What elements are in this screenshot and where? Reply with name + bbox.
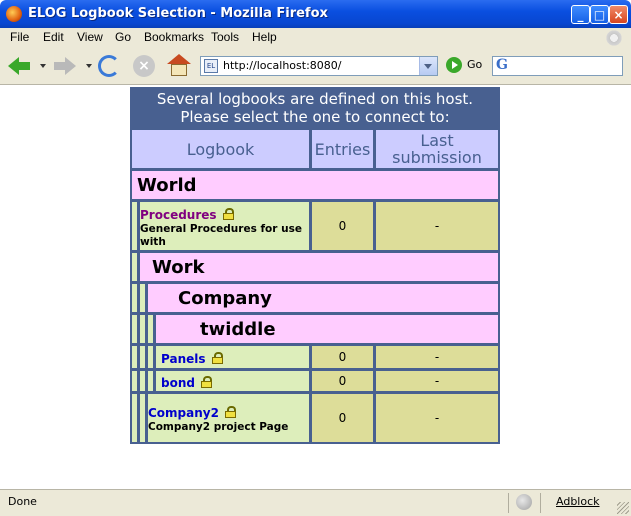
forward-history-dropdown-icon[interactable] [86,64,92,68]
indent-spacer [131,345,138,369]
indent-spacer [139,393,146,443]
indent-spacer [147,370,154,392]
logbook-row-bond: bond 0 - [131,370,499,392]
menu-bookmarks[interactable]: Bookmarks [144,30,204,44]
menu-edit[interactable]: Edit [43,30,64,44]
reload-icon[interactable] [98,55,120,77]
column-header-logbook: Logbook [131,129,310,169]
maximize-button[interactable]: □ [590,5,609,24]
logbook-row-procedures: Procedures General Procedures for use wi… [131,201,499,251]
indent-spacer [139,283,146,313]
indent-spacer [131,252,138,282]
go-button-label[interactable]: Go [467,58,482,71]
close-button[interactable]: × [609,5,628,24]
last-submission: - [375,370,499,392]
indent-spacer [131,314,138,344]
indent-spacer [147,345,154,369]
throbber-icon [605,29,623,47]
logbook-selection-table: Several logbooks are defined on this hos… [130,87,500,444]
logbook-description: Company2 project Page [148,421,289,433]
url-text[interactable]: http://localhost:8080/ [223,59,341,72]
menu-help[interactable]: Help [252,30,277,44]
resize-grip-icon[interactable] [617,502,629,514]
status-text: Done [8,495,37,508]
last-submission: - [375,201,499,251]
lock-icon [222,207,234,220]
logbook-link-bond[interactable]: bond [161,376,195,390]
lock-icon [200,375,212,388]
logbook-cell: Procedures General Procedures for use wi… [139,201,310,251]
navigation-toolbar: × EL http://localhost:8080/ Go G [0,48,631,85]
connection-status-icon [516,494,532,510]
entries-count: 0 [311,393,374,443]
logbook-cell: bond [155,370,310,392]
url-bar[interactable]: EL http://localhost:8080/ [200,56,438,76]
menu-go[interactable]: Go [115,30,131,44]
group-twiddle: twiddle [155,314,499,344]
back-history-dropdown-icon[interactable] [40,64,46,68]
indent-spacer [139,345,146,369]
go-arrow-icon[interactable] [446,57,462,73]
indent-spacer [131,393,138,443]
status-separator [540,493,541,513]
logbook-link-procedures[interactable]: Procedures [140,208,217,222]
forward-arrow-icon[interactable] [52,53,78,79]
selection-header: Several logbooks are defined on this hos… [131,88,499,128]
status-separator [508,493,509,513]
back-arrow-icon[interactable] [6,53,32,79]
menu-tools[interactable]: Tools [211,30,239,44]
window-title-bar: ELOG Logbook Selection - Mozilla Firefox… [0,0,631,28]
url-history-dropdown-icon[interactable] [419,57,437,75]
entries-count: 0 [311,345,374,369]
adblock-button[interactable]: Adblock [556,495,600,508]
column-header-entries: Entries [311,129,374,169]
indent-spacer [131,370,138,392]
logbook-row-panels: Panels 0 - [131,345,499,369]
indent-spacer [147,314,154,344]
menu-bar: File Edit View Go Bookmarks Tools Help [0,28,631,49]
indent-spacer [131,283,138,313]
column-header-last-submission: Last submission [375,129,499,169]
menu-view[interactable]: View [77,30,103,44]
site-favicon-icon: EL [204,59,218,73]
logbook-link-panels[interactable]: Panels [161,352,206,366]
minimize-button[interactable]: _ [571,5,590,24]
entries-count: 0 [311,201,374,251]
indent-spacer [139,370,146,392]
menu-file[interactable]: File [10,30,29,44]
last-submission: - [375,393,499,443]
group-world: World [131,170,499,200]
last-submission: - [375,345,499,369]
logbook-cell: Panels [155,345,310,369]
logbook-cell: Company2 Company2 project Page [147,393,310,443]
search-box[interactable]: G [492,56,623,76]
logbook-row-company2: Company2 Company2 project Page 0 - [131,393,499,443]
group-work: Work [139,252,499,282]
page-content: Several logbooks are defined on this hos… [0,85,631,489]
status-bar: Done Adblock [0,489,631,516]
indent-spacer [131,201,138,251]
logbook-link-company2[interactable]: Company2 [148,406,219,420]
lock-icon [224,406,236,418]
entries-count: 0 [311,370,374,392]
group-company: Company [147,283,499,313]
home-icon[interactable] [167,54,191,78]
window-title: ELOG Logbook Selection - Mozilla Firefox [28,6,328,21]
stop-icon[interactable]: × [133,55,155,77]
logbook-description: General Procedures for use with [140,222,302,248]
firefox-icon [6,6,22,22]
google-search-engine-icon[interactable]: G [496,57,508,73]
lock-icon [211,351,223,364]
indent-spacer [139,314,146,344]
